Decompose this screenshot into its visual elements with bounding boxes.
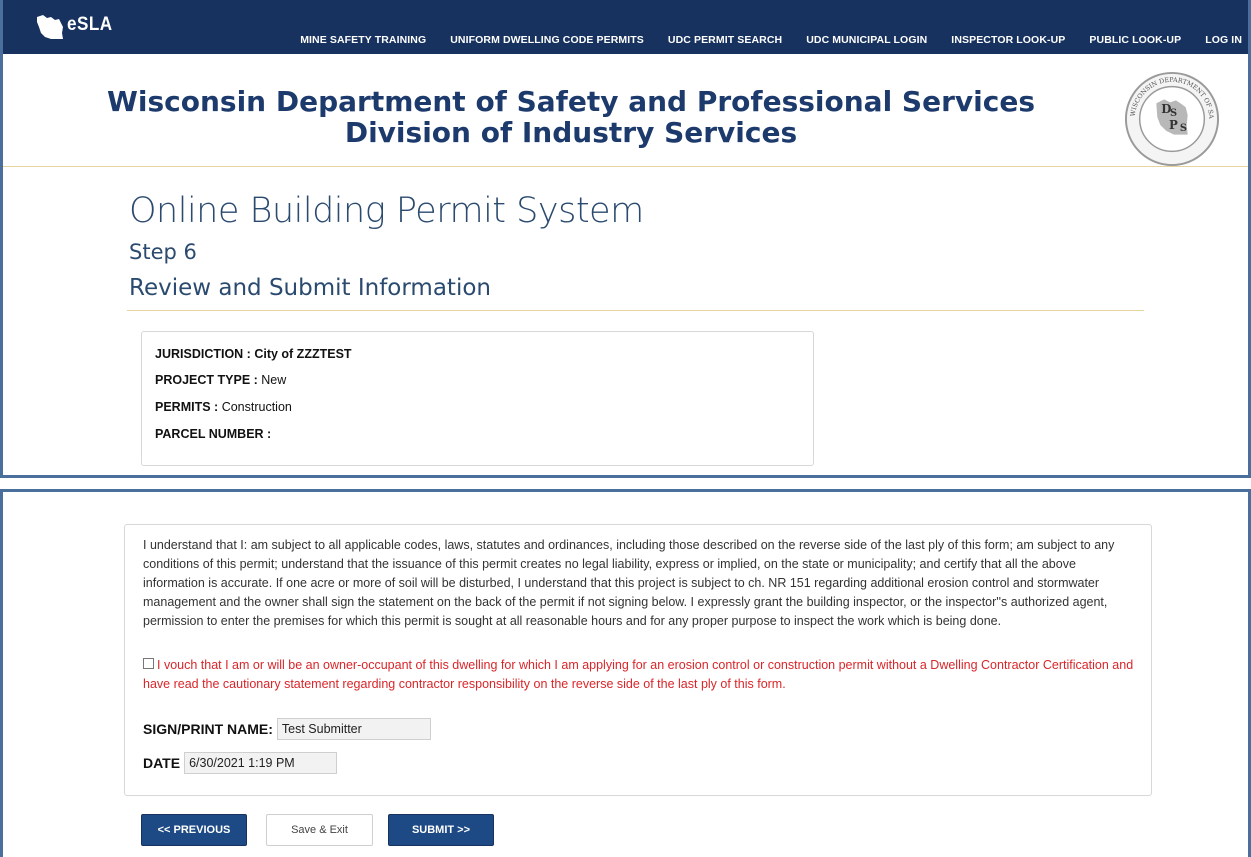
project-type-value: New bbox=[261, 373, 287, 387]
page-subtitle: Review and Submit Information bbox=[129, 275, 491, 301]
page-title: Online Building Permit System bbox=[129, 191, 644, 231]
owner-occupant-checkbox[interactable] bbox=[143, 658, 154, 669]
date-row: DATE 6/30/2021 1:19 PM bbox=[143, 752, 338, 774]
owner-occupant-vouch-text: I vouch that I am or will be an owner-oc… bbox=[143, 658, 1134, 691]
permits-row: PERMITS : Construction bbox=[155, 400, 292, 414]
parcel-number-row: PARCEL NUMBER : bbox=[155, 427, 271, 441]
previous-button[interactable]: << PREVIOUS bbox=[141, 814, 247, 846]
date-label: DATE bbox=[143, 755, 181, 771]
submit-button[interactable]: SUBMIT >> bbox=[388, 814, 494, 846]
nav-uniform-dwelling-code-permits[interactable]: UNIFORM DWELLING CODE PERMITS bbox=[450, 34, 644, 46]
project-type-label: PROJECT TYPE : bbox=[155, 373, 258, 387]
top-navbar: eSLA MINE SAFETY TRAINING UNIFORM DWELLI… bbox=[3, 0, 1248, 54]
step-label: Step 6 bbox=[129, 240, 197, 264]
department-banner: Wisconsin Department of Safety and Profe… bbox=[3, 54, 1248, 167]
certification-statement: I understand that I: am subject to all a… bbox=[143, 538, 1115, 628]
divider bbox=[127, 310, 1144, 311]
permits-value: Construction bbox=[221, 400, 292, 414]
permit-summary-card: JURISDICTION : City of ZZZTEST PROJECT T… bbox=[141, 331, 814, 466]
save-exit-button[interactable]: Save & Exit bbox=[266, 814, 373, 846]
nav-log-in[interactable]: LOG IN bbox=[1205, 34, 1242, 46]
top-panel: eSLA MINE SAFETY TRAINING UNIFORM DWELLI… bbox=[0, 0, 1251, 478]
wisconsin-state-icon bbox=[37, 15, 63, 39]
sign-name-row: SIGN/PRINT NAME: Test Submitter bbox=[143, 718, 431, 740]
parcel-number-label: PARCEL NUMBER : bbox=[155, 427, 272, 441]
certification-card: I understand that I: am subject to all a… bbox=[124, 524, 1152, 796]
nav-mine-safety-training[interactable]: MINE SAFETY TRAINING bbox=[300, 34, 426, 46]
bottom-panel: I understand that I: am subject to all a… bbox=[0, 489, 1251, 857]
sign-name-label: SIGN/PRINT NAME: bbox=[143, 721, 273, 737]
division-title: Division of Industry Services bbox=[344, 116, 798, 149]
project-type-row: PROJECT TYPE : New bbox=[155, 373, 286, 387]
jurisdiction-row: JURISDICTION : City of ZZZTEST bbox=[155, 347, 352, 361]
dsps-seal-icon: D S P S WISCONSIN DEPARTMENT OF SAFETY bbox=[1123, 70, 1220, 167]
department-title: Wisconsin Department of Safety and Profe… bbox=[106, 85, 1035, 118]
jurisdiction-label: JURISDICTION : bbox=[155, 347, 251, 361]
logo-text: eSLA bbox=[67, 14, 113, 35]
jurisdiction-value: City of ZZZTEST bbox=[254, 347, 352, 361]
svg-text:S: S bbox=[1180, 123, 1187, 134]
date-input[interactable]: 6/30/2021 1:19 PM bbox=[184, 752, 338, 774]
nav-public-look-up[interactable]: PUBLIC LOOK-UP bbox=[1089, 34, 1181, 46]
permits-label: PERMITS : bbox=[155, 400, 219, 414]
svg-text:P: P bbox=[1169, 118, 1178, 132]
sign-name-input[interactable]: Test Submitter bbox=[276, 718, 431, 740]
nav-udc-permit-search[interactable]: UDC PERMIT SEARCH bbox=[668, 34, 782, 46]
owner-occupant-vouch: I vouch that I am or will be an owner-oc… bbox=[143, 656, 1138, 694]
main-nav: MINE SAFETY TRAINING UNIFORM DWELLING CO… bbox=[276, 34, 1242, 46]
esla-logo[interactable]: eSLA bbox=[35, 9, 118, 45]
nav-inspector-look-up[interactable]: INSPECTOR LOOK-UP bbox=[951, 34, 1065, 46]
nav-udc-municipal-login[interactable]: UDC MUNICIPAL LOGIN bbox=[806, 34, 927, 46]
